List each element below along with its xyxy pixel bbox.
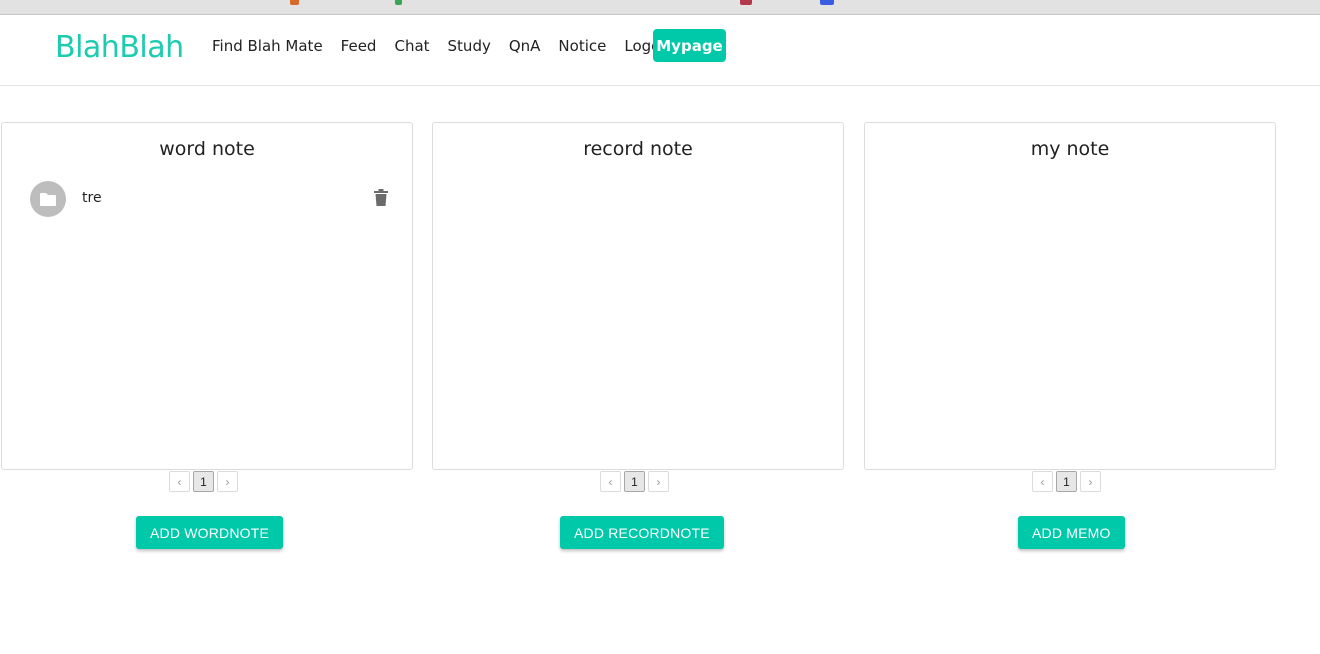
logo[interactable]: BlahBlah <box>55 30 184 65</box>
browser-bookmarks-strip <box>0 0 1320 15</box>
nav-notice[interactable]: Notice <box>558 37 606 55</box>
pager-prev-button[interactable]: ‹ <box>1032 471 1053 492</box>
pager-prev-button[interactable]: ‹ <box>600 471 621 492</box>
record-note-pager: ‹ 1 › <box>600 471 669 492</box>
main-nav: Find Blah Mate Feed Chat Study QnA Notic… <box>212 37 694 55</box>
pager-page-1[interactable]: 1 <box>1056 471 1077 492</box>
bookmark-favicon <box>290 0 299 5</box>
add-memo-button[interactable]: ADD MEMO <box>1018 516 1125 549</box>
pager-page-1[interactable]: 1 <box>193 471 214 492</box>
top-navbar: BlahBlah Find Blah Mate Feed Chat Study … <box>0 15 1320 86</box>
nav-mypage-active[interactable]: Mypage <box>653 29 726 62</box>
bookmark-favicon <box>395 0 402 5</box>
record-note-panel: record note <box>432 122 844 470</box>
nav-chat[interactable]: Chat <box>394 37 429 55</box>
nav-qna[interactable]: QnA <box>509 37 541 55</box>
nav-study[interactable]: Study <box>448 37 491 55</box>
word-note-panel: word note tre <box>1 122 413 470</box>
nav-find-blah-mate[interactable]: Find Blah Mate <box>212 37 323 55</box>
add-wordnote-button[interactable]: ADD WORDNOTE <box>136 516 284 549</box>
bookmark-favicon <box>820 0 834 5</box>
pager-prev-button[interactable]: ‹ <box>169 471 190 492</box>
panel-title: my note <box>1030 138 1110 160</box>
pager-next-button[interactable]: › <box>217 471 238 492</box>
panel-title: word note <box>159 138 255 160</box>
folder-icon <box>30 181 66 217</box>
panel-title: record note <box>583 138 693 160</box>
pager-page-1[interactable]: 1 <box>624 471 645 492</box>
add-recordnote-button[interactable]: ADD RECORDNOTE <box>560 516 724 549</box>
my-note-panel: my note <box>864 122 1276 470</box>
pager-next-button[interactable]: › <box>1080 471 1101 492</box>
my-note-pager: ‹ 1 › <box>1032 471 1101 492</box>
pager-next-button[interactable]: › <box>648 471 669 492</box>
note-label: tre <box>82 190 102 206</box>
trash-icon[interactable] <box>374 189 388 211</box>
nav-feed[interactable]: Feed <box>341 37 377 55</box>
list-item[interactable]: tre <box>30 181 390 219</box>
word-note-pager: ‹ 1 › <box>169 471 238 492</box>
bookmark-favicon <box>740 0 752 5</box>
